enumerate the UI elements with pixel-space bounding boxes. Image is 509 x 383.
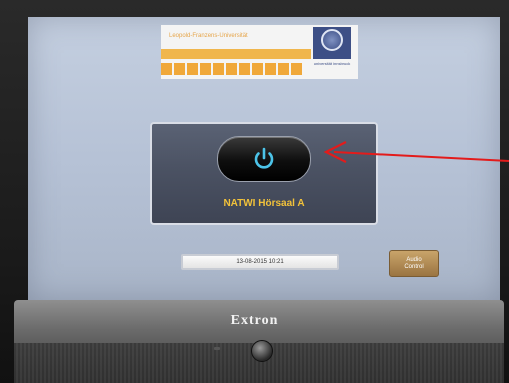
- logo-institution-text: Leopold-Franzens-Universität: [169, 33, 248, 39]
- status-led: [214, 347, 220, 350]
- university-logo: Leopold-Franzens-Universität universität…: [161, 25, 358, 79]
- brand-label: Extron: [230, 313, 279, 328]
- room-panel: NATWI Hörsaal A: [150, 122, 378, 225]
- power-button[interactable]: [217, 136, 311, 182]
- audio-control-label-line1: Audio: [406, 257, 422, 263]
- logo-blocks: [161, 63, 304, 77]
- room-name: NATWI Hörsaal A: [223, 198, 305, 209]
- logo-color-bar: [161, 49, 311, 59]
- power-icon: [254, 147, 274, 169]
- university-seal-icon: [313, 27, 351, 59]
- hardware-button[interactable]: [251, 340, 273, 362]
- audio-control-button[interactable]: Audio Control: [389, 250, 439, 277]
- audio-control-label-line2: Control: [404, 264, 424, 270]
- datetime-display: 13-08-2015 10:21: [181, 254, 339, 270]
- annotation-arrow-icon: [323, 141, 509, 163]
- seal-caption: universität innsbruck: [313, 61, 351, 66]
